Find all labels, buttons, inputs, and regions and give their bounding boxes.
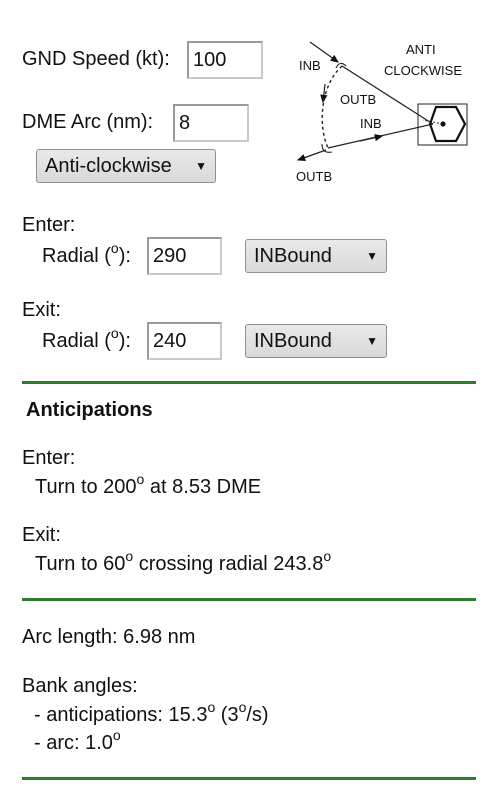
chevron-down-icon: ▼ [366,334,378,348]
bank-anticipations-text: - anticipations: 15.3o (3o/s) [34,699,269,726]
antic-exit-heading: Exit: [22,524,61,546]
enter-bound-select[interactable]: INBound ▼ [245,239,387,273]
exit-heading: Exit: [22,299,61,321]
exit-bound-select[interactable]: INBound ▼ [245,324,387,358]
divider [22,777,476,780]
inbound-arrow-bottom [359,134,384,142]
enter-radial-label: Radial (o): [42,240,131,267]
enter-radial-input[interactable] [147,237,222,275]
exit-bound-value: INBound [254,329,332,352]
outbound-arrow-bottom [296,149,327,161]
enter-bound-value: INBound [254,244,332,267]
direction-select[interactable]: Anti-clockwise ▼ [36,149,216,183]
chevron-down-icon: ▼ [366,249,378,263]
arc-length-text: Arc length: 6.98 nm [22,626,196,648]
exit-radial-input[interactable] [147,322,222,360]
antic-enter-heading: Enter: [22,447,76,469]
inb-right-label: INB [360,116,382,131]
arc-path [321,65,343,149]
chevron-down-icon: ▼ [195,159,207,173]
divider [22,598,476,601]
enter-heading: Enter: [22,214,76,236]
dme-arc-label: DME Arc (nm): [22,111,154,133]
dme-arc-diagram: ANTI CLOCKWISE INB OUTB INB OUTB [296,41,468,184]
dme-arc-input[interactable] [173,104,249,142]
anti-label: ANTI [406,42,436,57]
divider [22,381,476,384]
outb-mid-label: OUTB [340,92,376,107]
gnd-speed-label: GND Speed (kt): [22,48,170,70]
gnd-speed-input[interactable] [187,41,263,79]
inb-top-label: INB [299,58,321,73]
exit-radial-label: Radial (o): [42,325,131,352]
anticipations-title: Anticipations [26,399,153,421]
clockwise-label: CLOCKWISE [384,63,462,78]
bank-arc-text: - arc: 1.0o [34,727,121,754]
outb-bottom-label: OUTB [296,169,332,184]
direction-select-value: Anti-clockwise [45,154,172,177]
bank-angles-heading: Bank angles: [22,675,138,697]
antic-exit-text: Turn to 60o crossing radial 243.8o [35,548,332,575]
vor-hexagon-icon [428,105,467,143]
antic-enter-text: Turn to 200o at 8.53 DME [35,471,262,498]
